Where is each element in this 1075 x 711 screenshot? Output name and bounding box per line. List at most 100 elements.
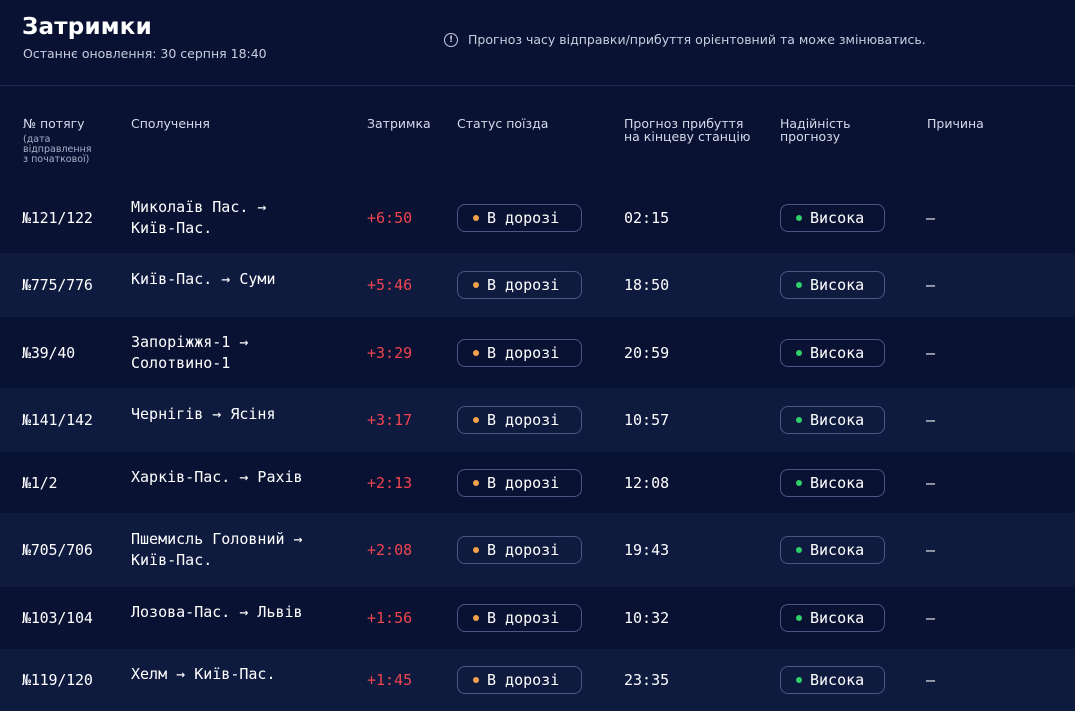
column-header-arrival: Прогноз прибуття на кінцеву станцію: [624, 116, 751, 144]
reliability-dot-icon: [796, 282, 802, 288]
reason: —: [926, 473, 936, 492]
status-label: В дорозі: [487, 276, 560, 294]
table-row[interactable]: №39/40 Запоріжжя-1 → Солотвино-1 +3:29 В дор…: [0, 317, 1075, 388]
delay-value: +2:08: [367, 541, 413, 559]
table-row[interactable]: №705/706 Пшемисль Головний → Київ-Пас. +2:0…: [0, 513, 1075, 587]
delay-value: +3:29: [367, 343, 413, 362]
reliability-label: Висока: [810, 209, 865, 227]
table-row[interactable]: №103/104 Лозова-Пас. → Львів +1:56 В дорозі…: [0, 587, 1075, 649]
route-line: Лозова-Пас. → Львів: [131, 603, 303, 621]
status-label: В дорозі: [487, 411, 560, 429]
table-row[interactable]: №775/776 Київ-Пас. → Суми +5:46 В дорозі 18:…: [0, 253, 1075, 317]
route-line: Пшемисль Головний →: [131, 530, 303, 548]
table-row[interactable]: №119/120 Хелм → Київ-Пас. +1:45 В дорозі 23:…: [0, 649, 1075, 711]
reason: —: [926, 671, 936, 689]
train-number: №119/120: [22, 671, 93, 689]
reliability-badge: Висока: [780, 406, 885, 434]
status-badge: В дорозі: [457, 604, 582, 632]
status-dot-icon: [473, 417, 479, 423]
status-badge: В дорозі: [457, 406, 582, 434]
reason: —: [926, 411, 936, 429]
column-header-train-label: № потягу: [23, 116, 85, 131]
reliability-badge: Висока: [780, 271, 885, 299]
reason: —: [926, 609, 936, 627]
delay-value: +1:56: [367, 609, 413, 627]
reliability-badge: Висока: [780, 666, 885, 694]
status-dot-icon: [473, 282, 479, 288]
arrival-forecast: 19:43: [624, 541, 670, 559]
reliability-badge: Висока: [780, 604, 885, 632]
status-badge: В дорозі: [457, 468, 582, 497]
reliability-badge: Висока: [780, 338, 885, 367]
route-line: Київ-Пас.: [131, 219, 213, 237]
arrival-forecast: 12:08: [624, 473, 670, 492]
status-badge: В дорозі: [457, 666, 582, 694]
reliability-dot-icon: [796, 215, 802, 221]
route-line: Київ-Пас. → Суми: [131, 270, 276, 288]
delay-value: +3:17: [367, 411, 413, 429]
reliability-dot-icon: [796, 417, 802, 423]
status-dot-icon: [473, 215, 479, 221]
reliability-label: Висока: [810, 343, 865, 362]
arrival-forecast: 20:59: [624, 343, 670, 362]
arrival-forecast: 18:50: [624, 276, 670, 294]
status-label: В дорозі: [487, 609, 560, 627]
reliability-label: Висока: [810, 473, 865, 492]
arrival-forecast: 02:15: [624, 209, 670, 227]
reason: —: [926, 541, 936, 559]
route-line: Запоріжжя-1 →: [131, 332, 249, 351]
reliability-dot-icon: [796, 677, 802, 683]
route: Чернігів → Ясіня: [131, 404, 341, 425]
train-number: №775/776: [22, 276, 93, 294]
reliability-dot-icon: [796, 479, 802, 486]
last-update-text: Останнє оновлення: 30 серпня 18:40: [23, 46, 267, 61]
route-line: Хелм → Київ-Пас.: [131, 665, 276, 683]
reliability-badge: Висока: [780, 468, 885, 497]
reliability-label: Висока: [810, 276, 865, 294]
train-number: №103/104: [22, 609, 93, 627]
route: Лозова-Пас. → Львів: [131, 602, 341, 623]
status-badge: В дорозі: [457, 204, 582, 232]
train-number: №1/2: [22, 473, 58, 492]
route-line: Солотвино-1: [131, 353, 231, 372]
train-number: №121/122: [22, 209, 93, 227]
delay-value: +1:45: [367, 671, 413, 689]
train-number: №39/40: [22, 343, 75, 362]
route: Київ-Пас. → Суми: [131, 269, 341, 290]
route: Пшемисль Головний → Київ-Пас.: [131, 529, 341, 571]
reason: —: [926, 209, 936, 227]
status-dot-icon: [473, 349, 479, 356]
column-header-reliability: Надійність прогнозу: [780, 116, 851, 144]
status-badge: В дорозі: [457, 338, 582, 367]
info-icon: !: [444, 32, 458, 47]
route: Миколаїв Пас. → Київ-Пас.: [131, 197, 341, 239]
reliability-dot-icon: [796, 547, 802, 553]
reason: —: [926, 343, 936, 362]
column-header-train-sub: (дата відправлення з початкової): [23, 134, 92, 165]
status-dot-icon: [473, 547, 479, 553]
forecast-notice: ! Прогноз часу відправки/прибуття орієнт…: [444, 32, 926, 47]
column-header-reason: Причина: [927, 116, 984, 131]
reliability-dot-icon: [796, 349, 802, 356]
route-line: Київ-Пас.: [131, 551, 213, 569]
route: Харків-Пас. → Рахів: [131, 467, 341, 488]
train-number: №705/706: [22, 541, 93, 559]
reliability-badge: Висока: [780, 536, 885, 564]
reliability-dot-icon: [796, 615, 802, 621]
table-row[interactable]: №141/142 Чернігів → Ясіня +3:17 В дорозі 10:…: [0, 388, 1075, 452]
reliability-label: Висока: [810, 609, 865, 627]
delay-value: +6:50: [367, 209, 413, 227]
route-line: Чернігів → Ясіня: [131, 405, 276, 423]
status-label: В дорозі: [487, 541, 560, 559]
forecast-notice-text: Прогноз часу відправки/прибуття орієнтов…: [468, 32, 926, 47]
table-row[interactable]: №1/2 Харків-Пас. → Рахів +2:13 В дорозі 12:0…: [0, 452, 1075, 513]
column-header-delay: Затримка: [367, 116, 431, 131]
column-header-route: Сполучення: [131, 116, 210, 131]
route-line: Харків-Пас. → Рахів: [131, 467, 303, 486]
table-row[interactable]: №121/122 Миколаїв Пас. → Київ-Пас. +6:50 В д…: [0, 183, 1075, 253]
delay-value: +2:13: [367, 473, 413, 492]
route-line: Миколаїв Пас. →: [131, 198, 267, 216]
status-badge: В дорозі: [457, 536, 582, 564]
reliability-label: Висока: [810, 541, 865, 559]
arrival-forecast: 23:35: [624, 671, 670, 689]
